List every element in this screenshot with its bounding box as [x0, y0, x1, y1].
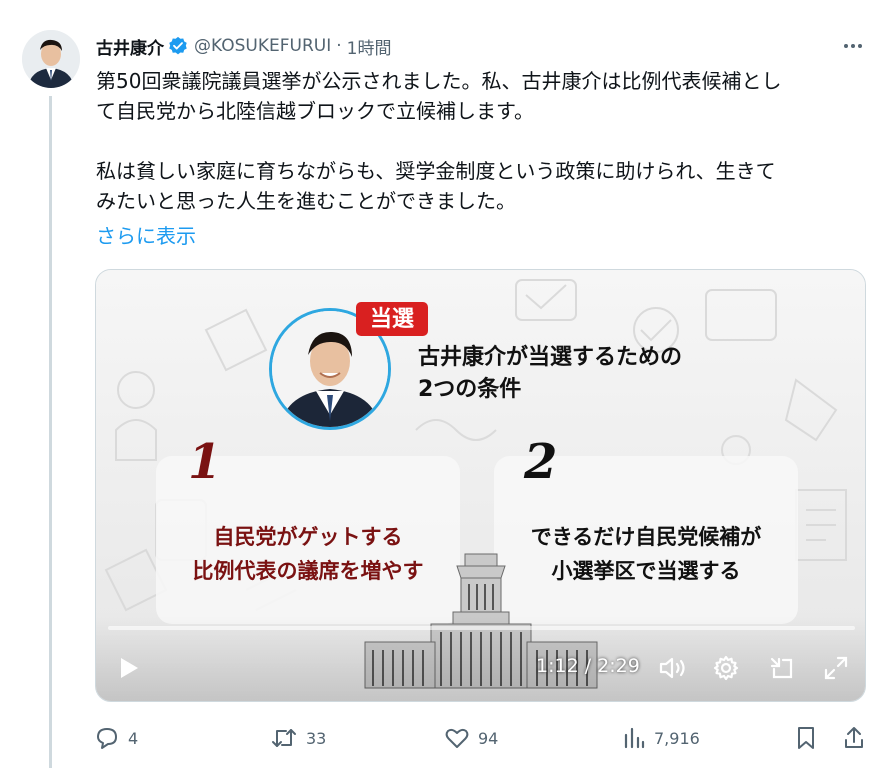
thread-line: [49, 96, 52, 768]
video-controls: 1:12 / 2:29: [96, 616, 865, 701]
condition-1-number: 1: [188, 434, 222, 490]
bookmark-icon: [798, 727, 814, 749]
post-paragraph-2: 私は貧しい家庭に育ちながらも、奨学金制度という政策に助けられ、生きて みたいと思…: [96, 159, 776, 213]
share-icon: [845, 727, 863, 748]
repost-icon: [272, 729, 296, 747]
author-avatar[interactable]: [22, 30, 80, 88]
views-count: 7,916: [654, 728, 700, 748]
reply-count: 4: [128, 728, 139, 748]
more-options-icon[interactable]: [838, 36, 868, 56]
author-name[interactable]: 古井康介: [96, 34, 164, 59]
post-time[interactable]: 1時間: [347, 34, 392, 59]
repost-button[interactable]: 33: [270, 722, 326, 754]
views-chart-icon: [624, 727, 645, 749]
fullscreen-icon[interactable]: [820, 653, 852, 683]
condition-2-line-1: できるだけ自民党候補が: [530, 525, 762, 549]
video-heading-line-2: 2つの条件: [418, 377, 522, 402]
share-button[interactable]: [842, 722, 866, 754]
post-header: 古井康介 @KOSUKEFURUI · 1時間: [96, 34, 392, 59]
video-player[interactable]: 当選 古井康介が当選するための 2つの条件 1 2 自民党がゲットする 比例代表…: [95, 269, 866, 702]
video-heading-line-1: 古井康介が当選するための: [418, 345, 683, 370]
header-separator: ·: [336, 36, 342, 56]
play-icon[interactable]: [114, 653, 144, 683]
condition-2-number: 2: [524, 434, 558, 490]
verified-badge-icon: [169, 36, 187, 55]
reply-icon: [97, 728, 117, 749]
condition-1-line-1: 自民党がゲットする: [213, 525, 403, 549]
reply-button[interactable]: 4: [94, 722, 138, 754]
like-button[interactable]: 94: [444, 722, 498, 754]
video-progress-bar[interactable]: [108, 626, 855, 630]
elected-badge: 当選: [356, 302, 428, 336]
post-actions: 4 33 94 7,916: [94, 722, 868, 754]
views-button[interactable]: 7,916: [622, 722, 700, 754]
dock-icon[interactable]: [766, 653, 798, 683]
show-more-link[interactable]: さらに表示: [96, 222, 196, 250]
heart-icon: [445, 728, 469, 748]
volume-icon[interactable]: [656, 653, 690, 683]
video-timecode: 1:12 / 2:29: [536, 655, 640, 677]
settings-gear-icon[interactable]: [710, 653, 742, 683]
video-heading: 古井康介が当選するための 2つの条件: [418, 342, 682, 406]
like-count: 94: [478, 728, 499, 748]
post-body: 第50回衆議院議員選挙が公示されました。私、古井康介は比例代表候補とし て自民党…: [96, 66, 866, 216]
post-paragraph-1: 第50回衆議院議員選挙が公示されました。私、古井康介は比例代表候補とし て自民党…: [96, 69, 782, 123]
repost-count: 33: [306, 728, 327, 748]
author-handle[interactable]: @KOSUKEFURUI: [194, 36, 331, 56]
bookmark-button[interactable]: [794, 722, 818, 754]
